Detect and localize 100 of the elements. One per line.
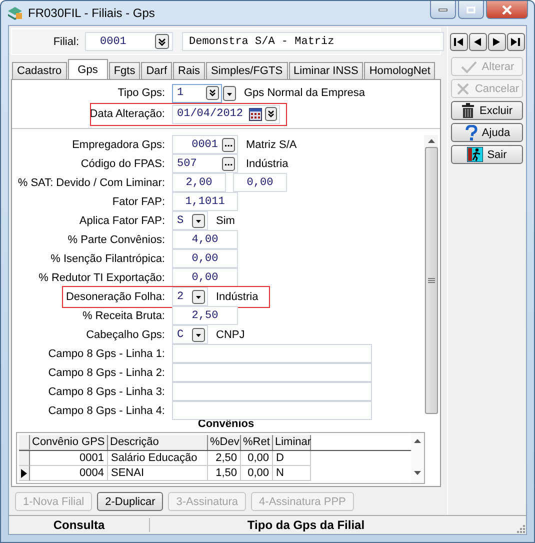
field-label: % Receita Bruta: — [81, 310, 166, 322]
spin-icon[interactable] — [265, 107, 277, 121]
branch-code-field[interactable]: 0001 — [85, 32, 173, 51]
table-cell: 1,50 — [208, 466, 241, 481]
field-label: Campo 8 Gps - Linha 2: — [47, 366, 166, 378]
dropdown-button[interactable] — [223, 86, 236, 100]
text-field[interactable] — [172, 382, 372, 401]
running-man-door-icon — [467, 147, 484, 162]
field-label: Filial: — [53, 36, 79, 48]
field-label: Aplica Fator FAP: — [78, 214, 166, 226]
field-label: Tipo Gps: — [116, 87, 166, 99]
x-mark-icon — [454, 82, 471, 96]
dropdown-button[interactable] — [192, 290, 205, 304]
tab[interactable]: Cadastro — [12, 62, 67, 79]
combo-field[interactable]: S — [172, 211, 208, 230]
table-cell: 0,00 — [241, 466, 273, 481]
close-button[interactable] — [486, 1, 528, 19]
field-description: Indústria — [216, 290, 258, 302]
text-field[interactable] — [172, 363, 372, 382]
column-header[interactable]: Descrição — [108, 435, 208, 450]
text-field[interactable] — [172, 344, 372, 363]
first-record-button[interactable] — [450, 33, 468, 51]
table-cell: D — [273, 451, 311, 466]
tab[interactable]: Fgts — [108, 62, 140, 79]
action-button[interactable]: Ajuda — [451, 123, 523, 142]
field-label: Campo 8 Gps - Linha 1: — [47, 348, 166, 360]
window-title: FR030FIL - Filiais - Gps — [28, 6, 155, 20]
scroll-up-icon[interactable] — [414, 439, 421, 443]
field-label: Campo 8 Gps - Linha 4: — [47, 404, 166, 416]
field-label: Fator FAP: — [111, 196, 166, 208]
field-label: % Parte Convênios: — [66, 234, 166, 246]
column-header[interactable]: %Ret — [241, 435, 273, 450]
scroll-down-icon[interactable] — [414, 471, 421, 475]
row-indicator — [19, 435, 30, 450]
field-label: Cabeçalho Gps: — [85, 328, 166, 340]
table-cell: 0,00 — [241, 451, 273, 466]
field-label: % Isenção Filantrópica: — [50, 252, 166, 264]
lookup-field[interactable]: 507 — [172, 154, 238, 173]
field-label: Empregadora Gps: — [71, 138, 166, 150]
calendar-icon[interactable] — [249, 108, 262, 120]
tab[interactable]: HomologNet — [364, 62, 436, 79]
field-label: Desoneração Folha: — [64, 290, 166, 302]
dropdown-button[interactable] — [192, 214, 205, 228]
action-button[interactable]: 2-Duplicar — [97, 492, 164, 511]
row-indicator[interactable] — [19, 466, 30, 481]
combo-field[interactable]: 2 — [172, 287, 208, 306]
row-pointer-icon — [21, 468, 27, 478]
checkmark-icon — [460, 60, 478, 74]
column-header[interactable]: Liminar — [273, 435, 311, 450]
number-field[interactable]: 0,00 — [233, 173, 287, 192]
ellipsis-button[interactable] — [222, 138, 235, 152]
number-field[interactable]: 0,00 — [172, 249, 238, 268]
number-field[interactable]: 1,1011 — [172, 192, 238, 211]
grip-icon — [428, 278, 434, 283]
dropdown-icon[interactable] — [155, 34, 169, 49]
field-description: CNPJ — [216, 328, 245, 340]
dropdown-icon[interactable] — [206, 86, 219, 100]
column-header[interactable]: %Dev — [208, 435, 241, 450]
maximize-button[interactable] — [458, 1, 484, 19]
date-field[interactable]: 01/04/2012 — [172, 104, 280, 124]
field-label: Código do FPAS: — [80, 158, 166, 170]
number-field[interactable]: 0,00 — [172, 268, 238, 287]
text-field[interactable] — [172, 401, 372, 420]
combo-field[interactable]: C — [172, 325, 208, 344]
ellipsis-button[interactable] — [222, 156, 235, 170]
action-button[interactable]: Sair — [451, 145, 523, 164]
trash-icon — [461, 103, 476, 118]
action-button[interactable]: Excluir — [451, 101, 523, 120]
type-field[interactable]: 1 — [172, 84, 222, 102]
app-icon — [7, 5, 23, 21]
tab[interactable]: Rais — [173, 62, 206, 79]
section-title: Convênios — [196, 418, 256, 432]
tab[interactable]: Gps — [68, 59, 108, 79]
number-field[interactable]: 4,00 — [172, 230, 238, 249]
scroll-up-icon[interactable] — [428, 139, 434, 144]
help-icon — [464, 124, 478, 140]
field-label: % SAT: Devido / Com Liminar: — [16, 176, 166, 188]
table-cell: 0001 — [30, 451, 108, 466]
status-text: Consulta — [9, 518, 150, 532]
status-text: Tipo da Gps da Filial — [246, 518, 366, 532]
tab[interactable]: Darf — [141, 62, 172, 79]
dropdown-button[interactable] — [192, 328, 205, 342]
scrollbar[interactable] — [411, 433, 424, 483]
lookup-field[interactable]: 0001 — [172, 135, 238, 154]
previous-button[interactable] — [468, 33, 486, 51]
field-description: Indústria — [246, 158, 288, 170]
left-triangle-icon — [474, 38, 481, 46]
tab[interactable]: Liminar INSS — [288, 62, 364, 79]
minimize-button[interactable] — [430, 1, 456, 19]
table-cell: 0004 — [30, 466, 108, 481]
last-record-button[interactable] — [506, 33, 524, 51]
next-button[interactable] — [488, 33, 506, 51]
table-cell: N — [273, 466, 311, 481]
number-field[interactable]: 2,50 — [172, 306, 238, 325]
branch-name-field[interactable]: Demonstra S/A - Matriz — [182, 32, 444, 51]
column-header[interactable]: Convênio GPS — [30, 435, 108, 450]
minimize-icon — [438, 8, 448, 12]
field-description: Gps Normal da Empresa — [244, 87, 366, 99]
tab[interactable]: Simples/FGTS — [206, 62, 288, 79]
number-field[interactable]: 2,00 — [172, 173, 226, 192]
